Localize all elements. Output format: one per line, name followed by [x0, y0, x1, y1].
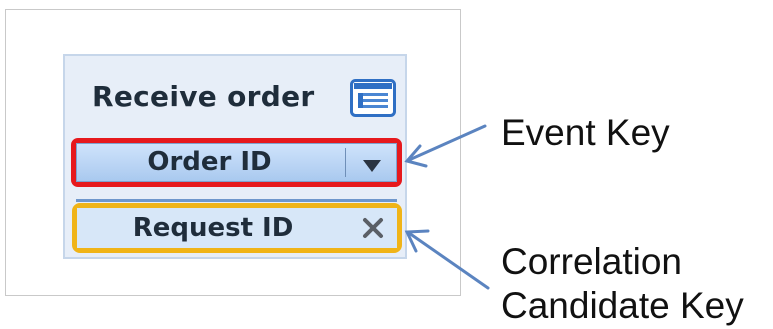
- candidate-key-arrow: [404, 229, 490, 290]
- candidate-key-annotation-line1: Correlation: [501, 241, 682, 282]
- candidate-key-annotation-line2: Candidate Key: [501, 285, 744, 326]
- event-key-annotation: Event Key: [501, 112, 670, 153]
- event-key-arrow: [404, 124, 487, 168]
- candidate-key-annotation: Correlation Candidate Key: [501, 240, 744, 328]
